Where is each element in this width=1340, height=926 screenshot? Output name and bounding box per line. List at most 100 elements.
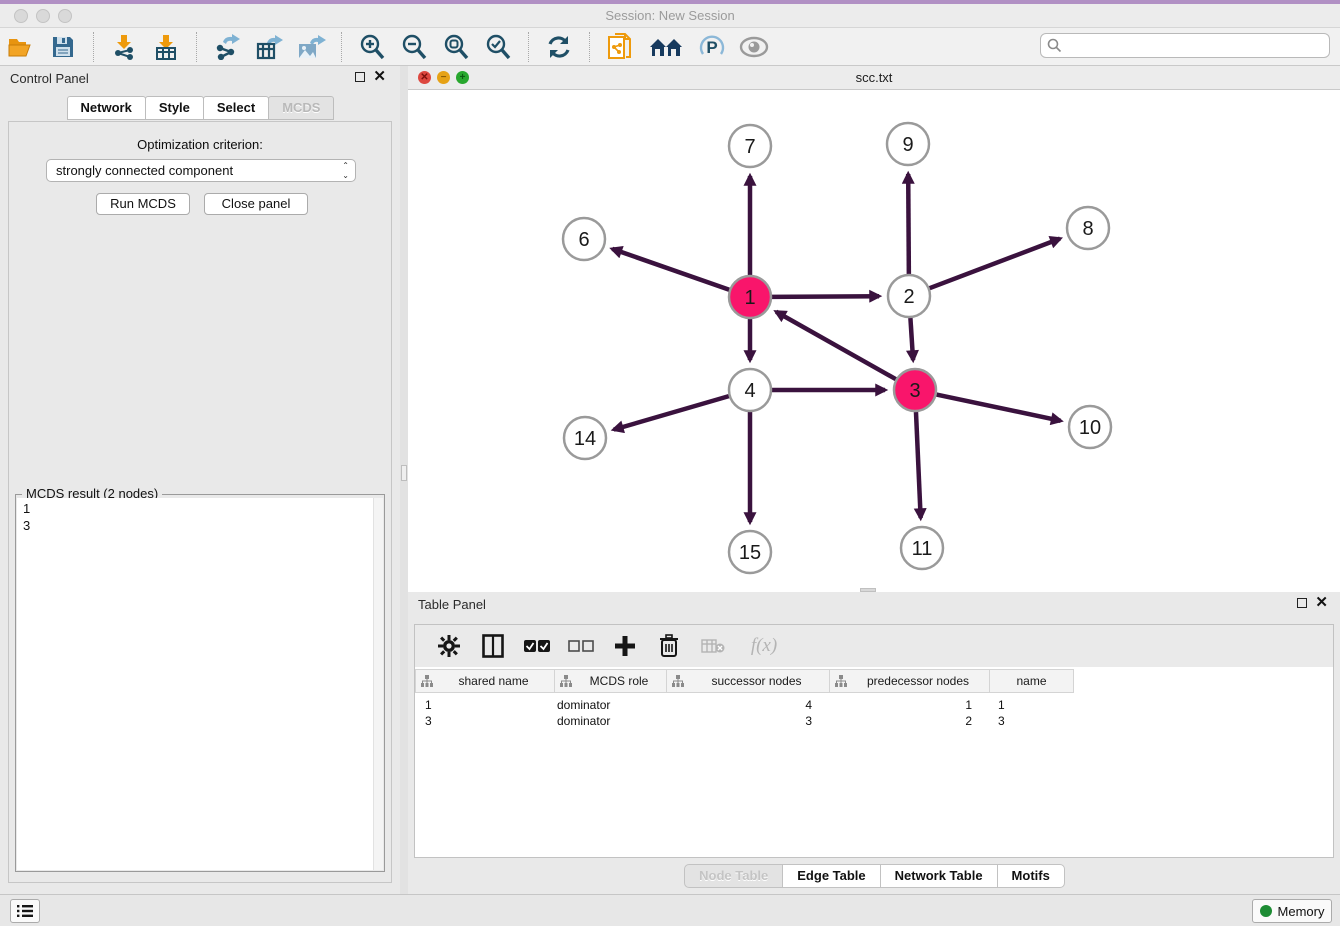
tab-node-table[interactable]: Node Table (684, 864, 783, 888)
function-icon: f(x) (742, 631, 786, 661)
graph-node-label-4: 4 (744, 380, 755, 402)
graph-edge-2-8[interactable] (930, 239, 1060, 289)
eye-icon[interactable] (739, 32, 769, 62)
window-title: Session: New Session (0, 4, 1340, 27)
hierarchy-icon (421, 675, 433, 687)
float-panel-icon[interactable] (355, 72, 365, 82)
table-row[interactable]: 1 dominator 4 1 1 (415, 697, 1074, 713)
toolbar-separator (341, 32, 342, 62)
tab-mcds[interactable]: MCDS (268, 96, 334, 120)
cell-predecessor-nodes[interactable]: 2 (830, 713, 990, 729)
import-network-icon[interactable] (109, 32, 139, 62)
tab-network[interactable]: Network (67, 96, 146, 120)
network-canvas[interactable]: 7968124314101511 (408, 90, 1340, 592)
p-badge-icon[interactable]: P (697, 32, 727, 62)
zoom-fit-icon[interactable] (441, 32, 471, 62)
window-zoom-button[interactable] (58, 9, 72, 23)
result-scrollbar[interactable] (373, 498, 383, 870)
search-box[interactable] (1040, 33, 1330, 58)
save-icon[interactable] (48, 32, 78, 62)
optimization-criterion-label: Optimization criterion: (9, 137, 391, 152)
cell-predecessor-nodes[interactable]: 1 (830, 697, 990, 713)
control-panel-title: Control Panel (10, 71, 89, 86)
cell-mcds-role[interactable]: dominator (555, 697, 667, 713)
column-header-shared-name[interactable]: shared name (415, 669, 555, 693)
mcds-result-text[interactable]: 1 3 (17, 498, 383, 870)
export-table-icon[interactable] (254, 32, 284, 62)
window-minimize-button[interactable] (36, 9, 50, 23)
close-panel-button[interactable]: Close panel (204, 193, 308, 215)
network-window-title: scc.txt (408, 66, 1340, 89)
mcds-result-group: MCDS result (2 nodes) 1 3 (15, 494, 385, 872)
export-image-icon[interactable] (296, 32, 326, 62)
optimization-criterion-select[interactable]: strongly connected component ⌃⌄ (46, 159, 356, 182)
zoom-out-icon[interactable] (399, 32, 429, 62)
table-row[interactable]: 3 dominator 3 2 3 (415, 713, 1074, 729)
window-close-button[interactable] (14, 9, 28, 23)
network-minimize-icon[interactable]: − (437, 71, 450, 84)
cell-name[interactable]: 1 (990, 697, 1074, 713)
cell-name[interactable]: 3 (990, 713, 1074, 729)
graph-node-label-11: 11 (912, 538, 933, 560)
trash-icon[interactable] (654, 631, 684, 661)
control-panel-tabs: Network Style Select MCDS (0, 96, 400, 120)
open-folder-icon[interactable] (6, 32, 36, 62)
list-icon (17, 904, 33, 918)
cell-shared-name[interactable]: 1 (415, 697, 555, 713)
cell-shared-name[interactable]: 3 (415, 713, 555, 729)
graph-node-label-7: 7 (744, 136, 755, 158)
refresh-icon[interactable] (544, 32, 574, 62)
tab-network-table[interactable]: Network Table (880, 864, 998, 888)
close-panel-icon[interactable]: ✕ (373, 72, 386, 82)
graph-edge-3-1[interactable] (776, 312, 896, 379)
column-view-icon[interactable] (478, 631, 508, 661)
column-header-mcds-role[interactable]: MCDS role (555, 669, 667, 693)
home-icon[interactable] (647, 32, 685, 62)
run-mcds-button[interactable]: Run MCDS (96, 193, 190, 215)
selected-option: strongly connected component (56, 163, 233, 178)
graph-node-label-10: 10 (1079, 417, 1101, 439)
select-all-icon[interactable] (522, 631, 552, 661)
hierarchy-icon (672, 675, 684, 687)
import-table-icon[interactable] (151, 32, 181, 62)
export-network-icon[interactable] (212, 32, 242, 62)
search-input[interactable] (1062, 38, 1329, 53)
close-panel-icon[interactable]: ✕ (1315, 598, 1328, 608)
column-header-predecessor-nodes[interactable]: predecessor nodes (830, 669, 990, 693)
tab-edge-table[interactable]: Edge Table (782, 864, 880, 888)
graph-edge-3-10[interactable] (937, 395, 1061, 421)
graph-edge-4-14[interactable] (614, 396, 729, 429)
document-network-icon[interactable] (605, 32, 635, 62)
float-panel-icon[interactable] (1297, 598, 1307, 608)
graph-edge-3-11[interactable] (916, 412, 921, 518)
memory-button[interactable]: Memory (1252, 899, 1332, 923)
gear-icon[interactable] (434, 631, 464, 661)
tab-select[interactable]: Select (203, 96, 269, 120)
toolbar-separator (93, 32, 94, 62)
control-panel-header: Control Panel ✕ (0, 66, 400, 92)
tab-style[interactable]: Style (145, 96, 204, 120)
graph-edge-1-6[interactable] (612, 249, 729, 290)
splitter-grip[interactable] (401, 465, 407, 481)
cell-successor-nodes[interactable]: 3 (667, 713, 830, 729)
task-history-button[interactable] (10, 899, 40, 923)
graph-node-label-14: 14 (574, 428, 596, 450)
network-close-icon[interactable]: ✕ (418, 71, 431, 84)
column-header-name[interactable]: name (990, 669, 1074, 693)
tab-motifs[interactable]: Motifs (997, 864, 1065, 888)
add-icon[interactable] (610, 631, 640, 661)
cell-successor-nodes[interactable]: 4 (667, 697, 830, 713)
zoom-selected-icon[interactable] (483, 32, 513, 62)
panel-splitter[interactable] (400, 66, 408, 894)
column-header-successor-nodes[interactable]: successor nodes (667, 669, 830, 693)
deselect-all-icon[interactable] (566, 631, 596, 661)
status-bar: Memory (0, 894, 1340, 926)
zoom-in-icon[interactable] (357, 32, 387, 62)
graph-edge-2-3[interactable] (910, 318, 913, 360)
app-window: { "window": { "title": "Session: New Ses… (0, 0, 1340, 926)
graph-edge-1-2[interactable] (772, 296, 879, 297)
graph-edge-2-9[interactable] (908, 174, 909, 274)
cell-mcds-role[interactable]: dominator (555, 713, 667, 729)
network-maximize-icon[interactable]: + (456, 71, 469, 84)
mcds-panel: Optimization criterion: strongly connect… (8, 121, 392, 883)
